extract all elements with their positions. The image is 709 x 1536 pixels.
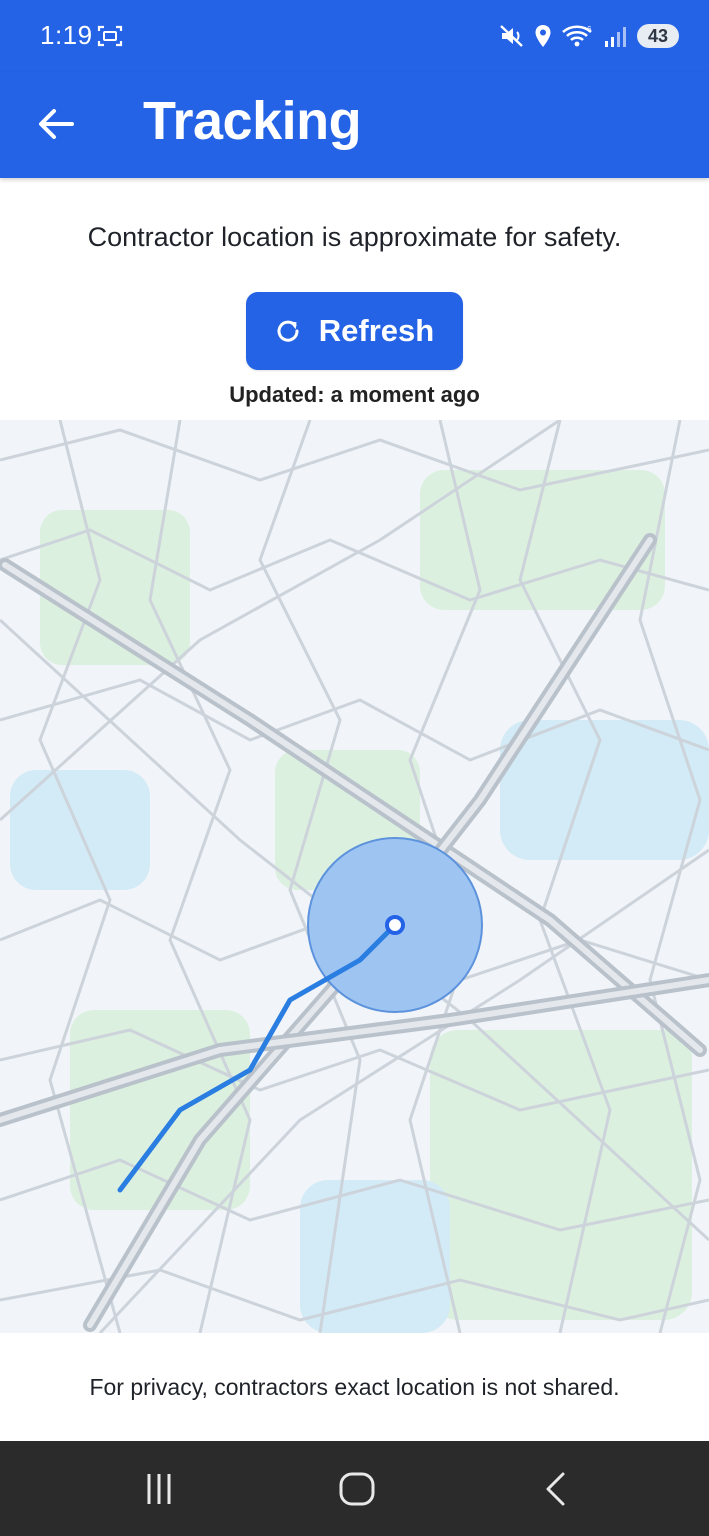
signal-icon	[605, 27, 626, 47]
approximate-location-notice: Contractor location is approximate for s…	[87, 222, 622, 252]
battery-indicator: 43	[637, 24, 679, 48]
map-canvas[interactable]	[0, 420, 709, 1333]
arrow-left-icon	[39, 109, 74, 139]
tracking-map[interactable]	[0, 420, 709, 1333]
back-button[interactable]	[28, 96, 84, 152]
location-icon	[535, 25, 551, 47]
wifi-icon: 6	[562, 25, 592, 47]
system-nav-bar	[0, 1441, 709, 1536]
home-icon	[339, 1472, 375, 1506]
mute-icon	[500, 25, 523, 47]
page-title: Tracking	[143, 91, 362, 151]
status-icons: 6 43	[499, 20, 679, 52]
privacy-footer: For privacy, contractors exact location …	[89, 1374, 620, 1400]
status-bar: 1:19 6 43	[0, 0, 709, 72]
refresh-button[interactable]: Refresh	[246, 292, 463, 370]
refresh-icon	[277, 320, 299, 342]
updated-timestamp: Updated: a moment ago	[229, 382, 480, 407]
back-nav-icon	[546, 1472, 565, 1506]
back-nav-button[interactable]	[526, 1465, 586, 1513]
app-bar: Tracking	[0, 72, 709, 178]
home-button[interactable]	[327, 1465, 387, 1513]
recent-apps-button[interactable]	[129, 1465, 189, 1513]
recent-apps-icon	[147, 1474, 171, 1504]
refresh-label: Refresh	[318, 313, 435, 348]
svg-text:6: 6	[587, 25, 592, 34]
contractor-location-marker[interactable]	[385, 915, 405, 935]
status-time: 1:19	[40, 20, 93, 50]
screenshot-icon	[97, 25, 123, 47]
